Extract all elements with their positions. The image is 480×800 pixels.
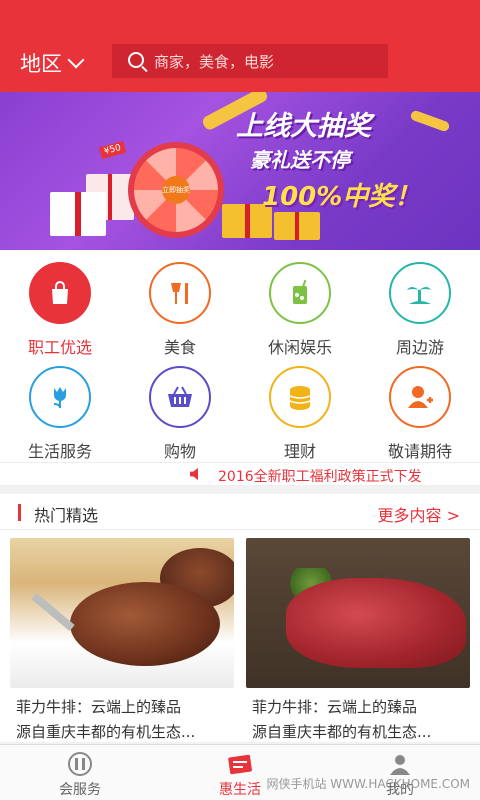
tab-service[interactable]: 会服务 xyxy=(0,745,160,800)
category-shopping[interactable]: 购物 xyxy=(120,366,240,462)
notice-bar[interactable]: 2016全新职工福利政策正式下发 xyxy=(0,462,480,486)
category-label: 理财 xyxy=(283,442,316,461)
category-label: 生活服务 xyxy=(27,442,92,461)
drink-icon xyxy=(269,262,331,324)
food-icon xyxy=(149,262,211,324)
flower-icon xyxy=(29,366,91,428)
banner-headline: 上线大抽奖 xyxy=(236,111,371,142)
shopping-bag-icon xyxy=(29,262,91,324)
basket-icon xyxy=(149,366,211,428)
fork-image-part xyxy=(31,592,75,632)
speaker-icon xyxy=(190,468,198,480)
category-label: 休闲娱乐 xyxy=(267,338,332,357)
steak-image-part xyxy=(70,582,220,666)
category-staff-picks[interactable]: 职工优选 xyxy=(0,262,120,358)
product-list: 菲力牛排：云端上的臻品 源自重庆丰都的有机生态... 菲力牛排：云端上的臻品 源… xyxy=(0,530,480,742)
region-selector[interactable]: 地区 xyxy=(20,48,85,78)
wheel-center-label: 立即抽奖 xyxy=(162,176,190,204)
coins-icon xyxy=(269,366,331,428)
product-image xyxy=(246,538,470,688)
category-label: 职工优选 xyxy=(27,338,92,357)
product-desc: 源自重庆丰都的有机生态... xyxy=(16,723,196,741)
product-name: 菲力牛排：云端上的臻品 xyxy=(252,698,418,716)
region-label: 地区 xyxy=(20,52,62,76)
lottery-wheel-icon: 立即抽奖 xyxy=(128,142,224,238)
promo-banner[interactable]: ¥50 立即抽奖 上线大抽奖 豪礼送不停 100%中奖！ xyxy=(0,92,480,250)
product-name: 菲力牛排：云端上的臻品 xyxy=(16,698,182,716)
category-life-services[interactable]: 生活服务 xyxy=(0,366,120,462)
category-nearby-travel[interactable]: 周边游 xyxy=(360,262,480,358)
more-content-link[interactable]: 更多内容 > xyxy=(378,502,461,526)
category-finance[interactable]: 理财 xyxy=(240,366,360,462)
category-label: 美食 xyxy=(163,338,196,357)
gift-box-icon xyxy=(274,212,320,240)
product-card[interactable]: 菲力牛排：云端上的臻品 源自重庆丰都的有机生态... xyxy=(246,538,470,742)
category-label: 敬请期待 xyxy=(387,442,452,461)
app-root: 地区 商家，美食，电影 ¥50 立即抽奖 上线大抽奖 豪礼送不停 100%中奖！… xyxy=(0,0,480,800)
chevron-down-icon xyxy=(67,51,85,69)
coupon-tag: ¥50 xyxy=(98,140,127,160)
category-leisure[interactable]: 休闲娱乐 xyxy=(240,262,360,358)
header: 地区 商家，美食，电影 xyxy=(0,0,480,92)
section-header: 热门精选 更多内容 > xyxy=(0,494,480,530)
tab-label: 会服务 xyxy=(59,782,101,798)
banner-subheadline: 豪礼送不停 xyxy=(250,148,350,172)
category-label: 购物 xyxy=(163,442,196,461)
category-food[interactable]: 美食 xyxy=(120,262,240,358)
profile-icon xyxy=(387,751,413,777)
category-label: 周边游 xyxy=(395,338,444,357)
category-coming-soon[interactable]: 敬请期待 xyxy=(360,366,480,462)
bottom-tab-bar: 会服务 惠生活 我的 网侠手机站 WWW.HACKHOME.COM xyxy=(0,744,480,800)
service-icon xyxy=(67,751,93,777)
category-grid: 职工优选 美食 休闲娱乐 周边游 生活服务 购物 理财 敬请期待 xyxy=(0,250,480,462)
banner-tagline: 100%中奖！ xyxy=(262,182,421,212)
meat-image-part xyxy=(286,578,466,668)
palm-tree-icon xyxy=(389,262,451,324)
section-accent xyxy=(18,504,21,521)
product-card[interactable]: 菲力牛排：云端上的臻品 源自重庆丰都的有机生态... xyxy=(10,538,234,742)
add-user-icon xyxy=(389,366,451,428)
gift-box-icon xyxy=(50,192,106,236)
section-title: 热门精选 xyxy=(34,506,99,525)
search-placeholder: 商家，美食，电影 xyxy=(154,52,275,71)
ribbon-decoration xyxy=(409,109,451,133)
search-input[interactable]: 商家，美食，电影 xyxy=(112,44,388,78)
search-icon xyxy=(128,52,144,68)
notice-text: 2016全新职工福利政策正式下发 xyxy=(218,469,422,485)
watermark: 网侠手机站 WWW.HACKHOME.COM xyxy=(266,777,470,791)
product-image xyxy=(10,538,234,688)
product-desc: 源自重庆丰都的有机生态... xyxy=(252,723,432,741)
life-icon xyxy=(227,751,253,777)
